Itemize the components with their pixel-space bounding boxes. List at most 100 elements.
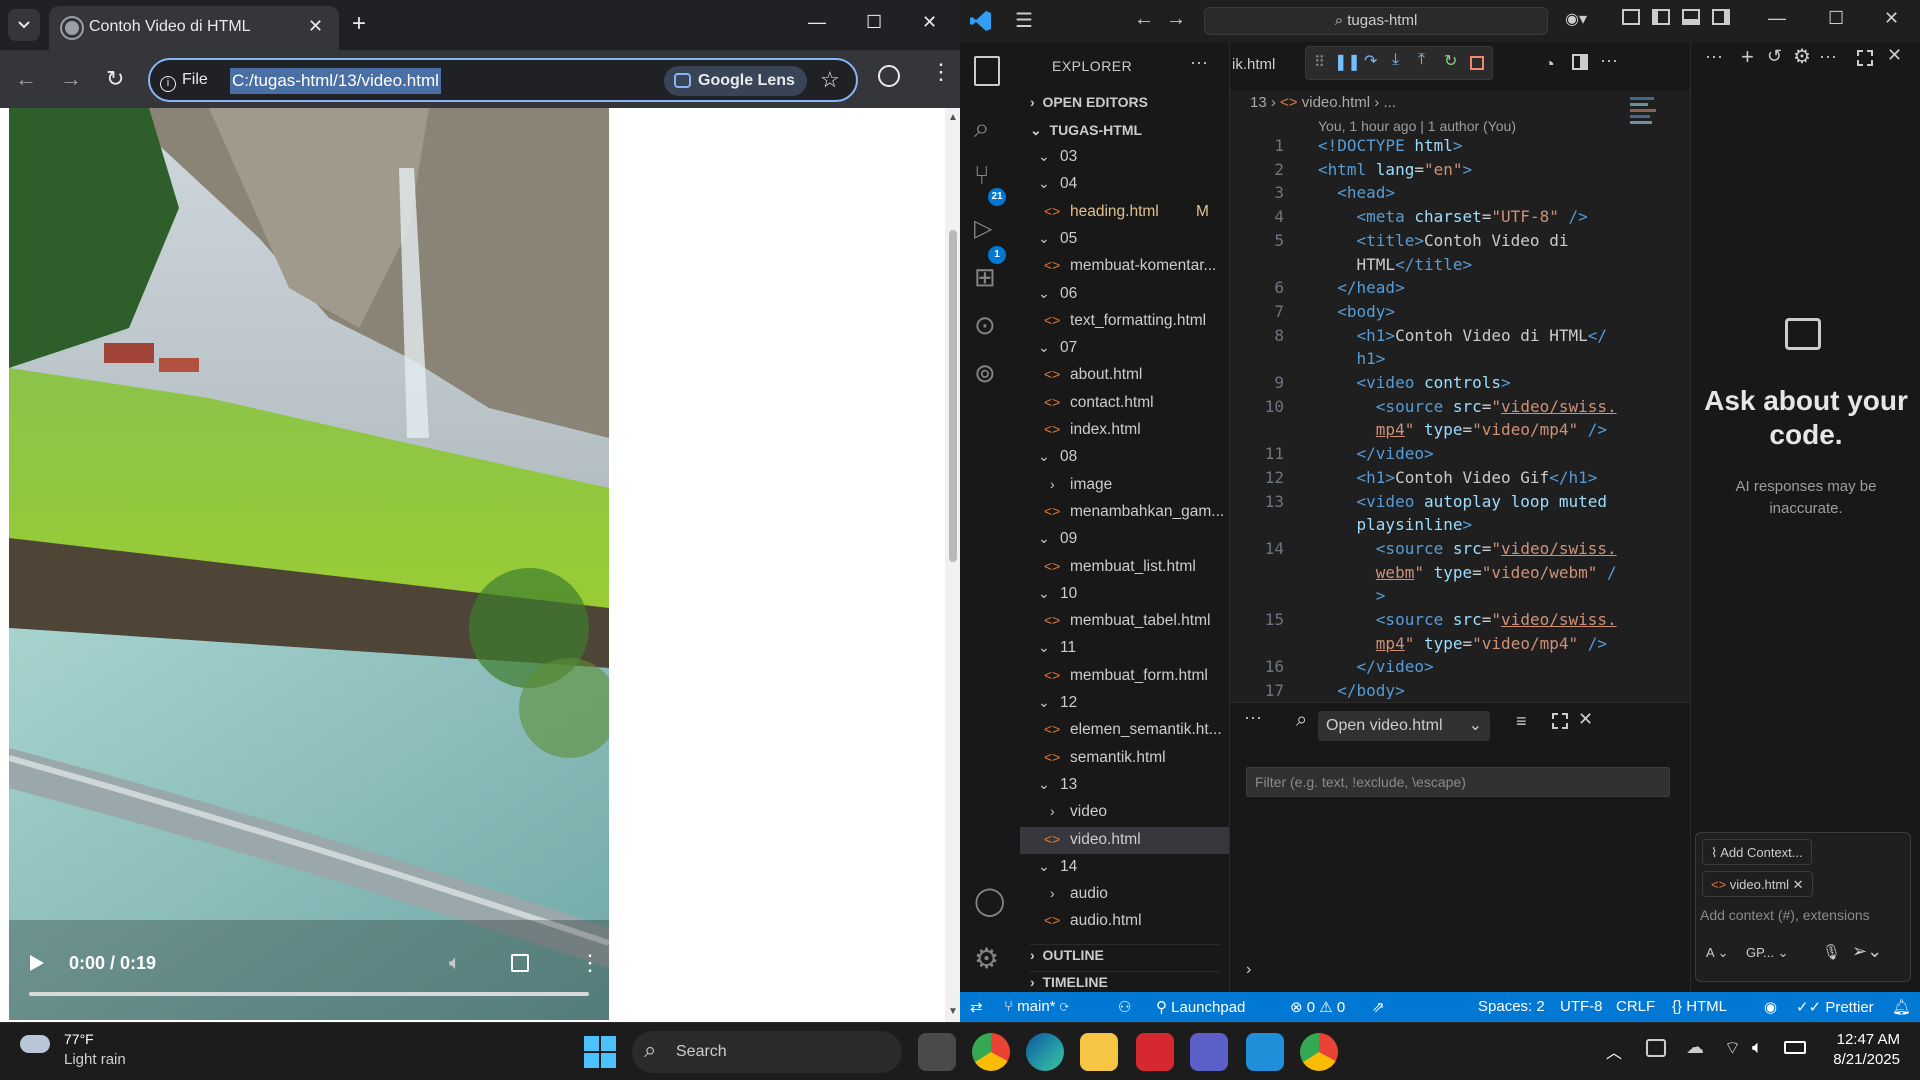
clock-time[interactable]: 12:47 AM [1830, 1031, 1900, 1048]
tree-folder[interactable]: ⌄ 12 [1020, 690, 1229, 717]
tree-folder[interactable]: ⌄ 13 [1020, 772, 1229, 799]
tree-folder[interactable]: ⌄ 05 [1020, 226, 1229, 253]
tree-file[interactable]: <> membuat_tabel.html [1020, 608, 1229, 635]
code-line[interactable]: 1 <!DOCTYPE html> [1230, 134, 1670, 158]
new-tab-button[interactable]: + [352, 10, 366, 38]
explorer-more-icon[interactable]: ··· [1190, 52, 1208, 73]
word-wrap-icon[interactable]: ≡ [1516, 711, 1527, 732]
close-panel-icon[interactable]: ✕ [1578, 709, 1593, 730]
code-line[interactable]: 13 <video autoplay loop muted [1230, 490, 1670, 514]
battery-icon[interactable] [1784, 1041, 1806, 1054]
open-preview-icon[interactable]: ◔ [1544, 54, 1555, 75]
forward-icon[interactable]: → [60, 66, 82, 92]
code-line[interactable]: 16 </video> [1230, 655, 1670, 679]
code-line[interactable]: > [1230, 584, 1670, 608]
launchpad-indicator[interactable]: ⚲ Launchpad [1156, 998, 1245, 1016]
tree-file[interactable]: <> heading.html M [1020, 199, 1229, 226]
close-tab-icon[interactable]: ✕ [308, 16, 323, 37]
context-file-chip[interactable]: <> video.html ✕ [1702, 871, 1813, 897]
drag-handle-icon[interactable]: ⠿ [1314, 53, 1325, 71]
tree-file[interactable]: <> contact.html [1020, 390, 1229, 417]
close-chat-icon[interactable]: ✕ [1887, 45, 1902, 66]
toggle-panel-icon[interactable] [1682, 9, 1700, 25]
tree-file[interactable]: <> about.html [1020, 362, 1229, 389]
code-line[interactable]: 14 <source src="video/swiss. [1230, 537, 1670, 561]
stop-icon[interactable] [1470, 56, 1484, 70]
problems-indicator[interactable]: ⊗ 0 ⚠ 0 [1290, 998, 1345, 1016]
volume-icon[interactable]: 🔈︎ [449, 952, 461, 975]
editor-tab-partial[interactable]: ik.html [1232, 56, 1275, 73]
reload-icon[interactable]: ↻ [106, 66, 124, 92]
code-line[interactable]: 15 <source src="video/swiss. [1230, 608, 1670, 632]
chat-input[interactable]: Add context (#), extensions [1700, 907, 1906, 923]
chat-settings-icon[interactable]: ⚙ [1793, 44, 1811, 69]
source-control-icon[interactable]: ⑂ [974, 160, 990, 191]
code-line[interactable]: 11 </video> [1230, 442, 1670, 466]
copilot-status-icon[interactable]: ◉ [1764, 998, 1777, 1016]
code-line[interactable]: h1> [1230, 347, 1670, 371]
code-line[interactable]: 3 <head> [1230, 181, 1670, 205]
site-info-chip[interactable]: i File [160, 71, 208, 92]
code-line[interactable]: mp4" type="video/mp4" /> [1230, 418, 1670, 442]
tree-file[interactable]: <> menambahkan_gam... [1020, 499, 1229, 526]
tree-folder[interactable]: ⌄ 08 [1020, 444, 1229, 471]
maximize-icon[interactable]: ☐ [1828, 8, 1844, 29]
code-line[interactable]: 9 <video controls> [1230, 371, 1670, 395]
outline-section[interactable]: › OUTLINE [1030, 944, 1220, 963]
vscode-taskbar-icon[interactable] [1246, 1033, 1284, 1071]
language-indicator[interactable]: {} HTML [1672, 998, 1727, 1015]
back-icon[interactable]: ← [15, 66, 37, 92]
toggle-secondary-sidebar-icon[interactable] [1712, 9, 1730, 25]
tree-file[interactable]: <> membuat_list.html [1020, 554, 1229, 581]
microphone-icon[interactable]: 🎙︎ [1822, 943, 1841, 961]
tree-file[interactable]: <> video.html [1020, 826, 1229, 854]
breadcrumb-file[interactable]: video.html [1302, 94, 1370, 111]
tree-folder[interactable]: ⌄ 10 [1020, 581, 1229, 608]
nav-forward-icon[interactable]: → [1166, 8, 1186, 31]
explorer-icon[interactable] [974, 56, 1000, 86]
code-line[interactable]: 5 <title>Contoh Video di [1230, 229, 1670, 253]
close-window-icon[interactable]: ✕ [1884, 8, 1899, 29]
google-lens-button[interactable]: Google Lens [664, 66, 807, 96]
git-blame-codelens[interactable]: You, 1 hour ago | 1 author (You) [1318, 118, 1516, 134]
live-share-icon[interactable]: ⇗ [1372, 998, 1385, 1016]
breadcrumb-folder[interactable]: 13 [1250, 94, 1267, 111]
wps-office-icon[interactable] [1136, 1033, 1174, 1071]
tree-file[interactable]: <> elemen_semantik.ht... [1020, 717, 1229, 744]
command-center-search[interactable]: ⌕ tugas-html [1204, 7, 1548, 35]
more-options-icon[interactable]: ⋮ [579, 950, 601, 976]
editor-more-icon[interactable]: ··· [1600, 50, 1618, 71]
chrome-taskbar-icon[interactable] [972, 1033, 1010, 1071]
edge-taskbar-icon[interactable] [1026, 1033, 1064, 1071]
tree-folder[interactable]: ⌄ 11 [1020, 635, 1229, 662]
panel-more-icon[interactable]: ··· [1244, 707, 1262, 728]
indentation-indicator[interactable]: Spaces: 2 [1478, 998, 1545, 1015]
profile-icon[interactable] [878, 65, 900, 87]
add-context-button[interactable]: ⌇ Add Context... [1702, 839, 1812, 865]
code-line[interactable]: HTML</title> [1230, 253, 1670, 277]
layout-customize-icon[interactable] [1622, 9, 1640, 25]
model-picker[interactable]: GP... ⌄ [1746, 945, 1788, 961]
play-icon[interactable] [29, 954, 45, 972]
search-view-icon[interactable]: ⌕ [974, 112, 990, 145]
tab-search-button[interactable] [8, 9, 40, 41]
git-graph-icon[interactable]: ⊙ [974, 310, 996, 341]
chat-options-icon[interactable]: ··· [1819, 46, 1837, 67]
tree-file[interactable]: <> membuat-komentar... [1020, 253, 1229, 280]
step-over-icon[interactable]: ↷ [1364, 51, 1377, 71]
tree-file[interactable]: <> index.html [1020, 417, 1229, 444]
toggle-sidebar-icon[interactable] [1652, 9, 1670, 25]
code-line[interactable]: 10 <source src="video/swiss. [1230, 395, 1670, 419]
fullscreen-icon[interactable] [511, 954, 529, 972]
code-line[interactable]: 6 </head> [1230, 276, 1670, 300]
tree-file[interactable]: <> semantik.html [1020, 745, 1229, 772]
file-explorer-icon[interactable] [1080, 1033, 1118, 1071]
menu-kebab-icon[interactable]: ⋮ [930, 61, 952, 83]
pause-icon[interactable]: ❚❚ [1334, 52, 1361, 72]
panel-search-icon[interactable]: ⌕ [1296, 709, 1307, 732]
new-chat-icon[interactable]: + [1741, 44, 1754, 70]
code-line[interactable]: 7 <body> [1230, 300, 1670, 324]
send-icon[interactable]: ➢⌄ [1852, 941, 1882, 962]
extensions-icon[interactable]: ⊞ [974, 262, 996, 293]
windows-start-icon[interactable] [584, 1036, 616, 1068]
